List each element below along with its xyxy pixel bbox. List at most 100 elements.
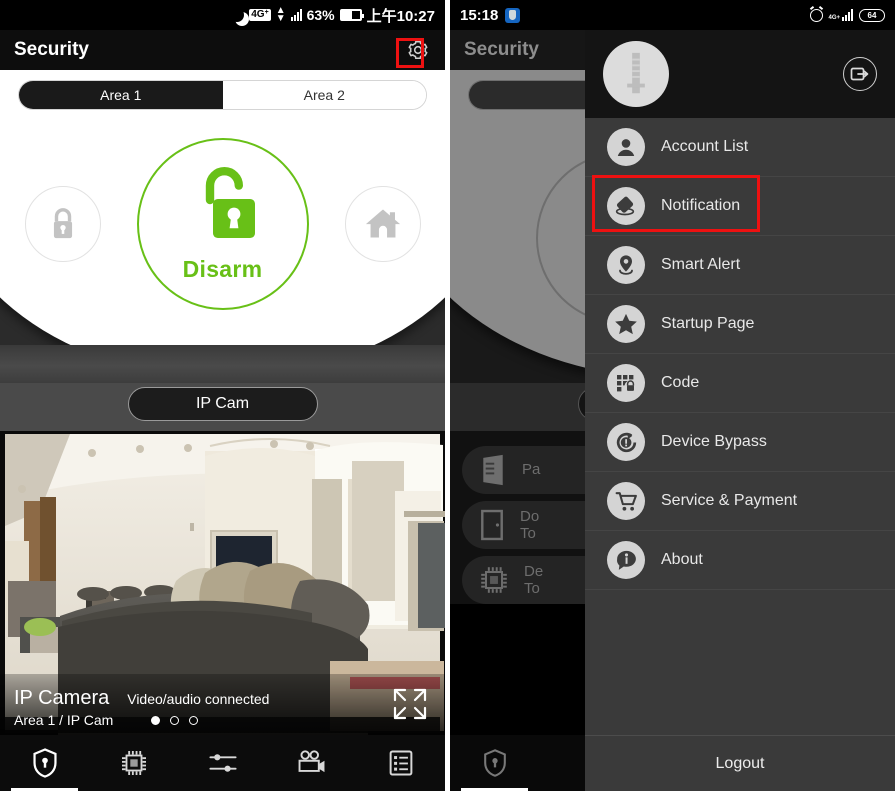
door-icon [481,509,503,541]
phone-divider [445,0,450,791]
drawer-item-label: Notification [661,197,741,214]
bg-page-title: Security [464,39,539,60]
expand-arrows-icon [393,688,427,720]
chip-icon [121,751,146,775]
tab-area-2[interactable]: Area 2 [222,81,426,109]
drawer-item-startup-page[interactable]: Startup Page [585,295,895,354]
user-icon [607,128,645,166]
info-icon [607,541,645,579]
disarm-button[interactable]: Disarm [136,138,309,310]
settings-gear-button[interactable] [405,37,431,63]
bypass-icon [607,423,645,461]
bottom-navigation [0,735,445,791]
drawer-item-label: About [661,551,703,568]
left-status-bar: 4G + ▲ ▼ 63% 上午10:27 [0,0,445,30]
camera-pagination-dots[interactable] [151,715,199,725]
bg-list-item-label: De To [524,562,544,597]
nav-item-devices[interactable] [89,735,178,791]
nav-item-security[interactable] [0,735,89,791]
network-label: 4G [251,9,265,20]
nav-item-settings[interactable] [178,735,267,791]
drawer-item-label: Startup Page [661,315,755,332]
sliders-icon [208,754,237,772]
area-tabs: Area 1 Area 2 [18,80,427,110]
drawer-item-service-payment[interactable]: Service & Payment [585,472,895,531]
drawer-item-notification[interactable]: Notification [585,177,895,236]
alarm-clock-icon [810,8,824,22]
shield-app-icon [505,7,521,23]
lock-closed-icon [53,208,72,239]
disarm-label: Disarm [182,255,263,282]
arm-panel-gradient [0,345,445,383]
pagination-dot-3[interactable] [189,715,199,725]
bg-list-item-label: Pa [522,461,541,479]
left-app-bar: Security [0,30,445,70]
logout-button[interactable]: Logout [585,735,895,791]
lock-open-icon [205,166,255,238]
drawer-item-label: Service & Payment [661,492,798,509]
network-4g-icon: 4G+ [828,9,854,21]
drawer-item-about[interactable]: About [585,531,895,590]
camera-title: IP Camera [14,687,110,709]
video-camera-icon [298,750,324,773]
nav-item-camera[interactable] [267,735,356,791]
right-status-bar: 15:18 4G+ 64 [450,0,895,30]
star-icon [607,305,645,343]
network-4g-icon: 4G+ [249,9,271,21]
drawer-header [585,30,895,118]
arm-home-button[interactable] [344,186,421,262]
location-pin-icon [607,246,645,284]
network-plus: + [264,9,269,16]
ipcam-button[interactable]: IP Cam [127,387,318,421]
navigation-drawer: Account List Notification Smart Alert St… [585,30,895,791]
shopping-cart-icon [607,482,645,520]
signal-bars-icon [842,9,853,21]
status-clock: 15:18 [460,6,499,24]
ipcam-button-bar: IP Cam [0,383,445,431]
drawer-item-smart-alert[interactable]: Smart Alert [585,236,895,295]
camera-caption: IP Camera Video/audio connected Area 1 /… [14,687,269,728]
shield-icon [483,749,506,777]
drawer-item-label: Code [661,374,700,391]
drawer-menu: Account List Notification Smart Alert St… [585,118,895,735]
chip-icon [481,567,507,593]
bg-list-item-label: Do To [520,507,540,542]
camera-status: Video/audio connected [127,691,270,707]
gear-icon [408,40,428,60]
panel-icon [483,454,503,486]
switch-account-icon [850,67,869,81]
area-tabs-container: Area 1 Area 2 [0,70,445,118]
camera-fullscreen-button[interactable] [389,686,431,722]
switch-account-button[interactable] [843,57,877,91]
status-clock: 上午10:27 [366,7,435,25]
drawer-item-label: Device Bypass [661,433,767,450]
camera-feed-panel[interactable]: IP Camera Video/audio connected Area 1 /… [0,431,445,736]
avatar[interactable] [603,41,669,107]
drawer-item-device-bypass[interactable]: Device Bypass [585,413,895,472]
moon-icon [230,8,244,22]
user-avatar-icon [627,52,645,94]
tab-area-1[interactable]: Area 1 [19,81,223,109]
list-icon [389,750,412,776]
pagination-dot-2[interactable] [170,715,180,725]
pagination-dot-1[interactable] [151,715,161,725]
nav-item-events[interactable] [356,735,445,791]
logout-label: Logout [715,754,765,772]
battery-icon [339,9,364,21]
drawer-item-code[interactable]: Code [585,354,895,413]
bg-nav-item-security [450,735,539,791]
network-label: 4G+ [828,15,840,21]
bell-icon [607,187,645,225]
battery-percent-label: 63% [306,7,335,23]
drawer-item-account-list[interactable]: Account List [585,118,895,177]
battery-icon: 64 [859,8,885,22]
shield-icon [32,748,57,778]
keypad-lock-icon [607,364,645,402]
signal-bars-icon [290,9,302,21]
left-phone-screen: 4G + ▲ ▼ 63% 上午10:27 Security Area 1 Are… [0,0,445,791]
page-title: Security [14,39,89,60]
arm-away-button[interactable] [24,186,101,262]
drawer-item-label: Smart Alert [661,256,741,273]
drawer-item-label: Account List [661,138,749,155]
right-phone-screen: 15:18 4G+ 64 Security Area [450,0,895,791]
